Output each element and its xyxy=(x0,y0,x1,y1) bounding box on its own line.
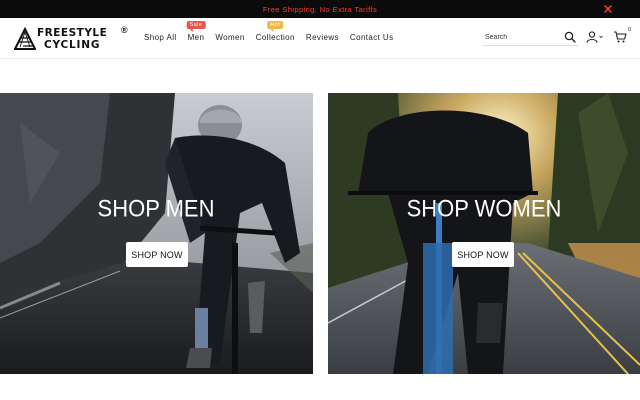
men-cyclist-photo xyxy=(0,93,313,374)
nav-reviews[interactable]: Reviews xyxy=(306,33,339,42)
nav-shop-all[interactable]: Shop All xyxy=(144,33,177,42)
registered-mark: ® xyxy=(121,25,128,35)
banner-shop-men[interactable]: SHOP MEN SHOP NOW xyxy=(0,93,313,374)
search-input[interactable] xyxy=(485,31,561,43)
main-nav: Shop All Sale Men Women Hot Collection R… xyxy=(144,21,394,42)
women-cyclist-photo xyxy=(328,93,640,374)
nav-label: Men xyxy=(187,33,205,42)
nav-collection[interactable]: Hot Collection xyxy=(255,21,295,42)
logo-mark-icon xyxy=(14,27,36,50)
banner-shop-women[interactable]: SHOP WOMEN SHOP NOW xyxy=(328,93,640,374)
user-icon[interactable] xyxy=(586,31,604,43)
nav-label: Shop All xyxy=(144,33,177,42)
announcement-bar: Free Shipping, No Extra Tariffs xyxy=(0,0,640,18)
banner-title: SHOP WOMEN xyxy=(406,194,562,223)
hot-badge: Hot xyxy=(267,21,284,32)
cart-icon xyxy=(614,31,627,43)
brand-name-line1: FREESTYLE xyxy=(37,27,108,39)
nav-women[interactable]: Women xyxy=(215,33,244,42)
nav-label: Contact Us xyxy=(349,33,394,42)
cart-button[interactable]: 0 xyxy=(613,27,631,44)
shop-now-button[interactable]: SHOP NOW xyxy=(126,242,188,267)
banner-title: SHOP MEN xyxy=(97,194,215,223)
nav-contact-us[interactable]: Contact Us xyxy=(350,33,394,42)
nav-label: Reviews xyxy=(305,33,339,42)
nav-label: Women xyxy=(215,33,245,42)
announcement-text: Free Shipping, No Extra Tariffs xyxy=(262,4,378,14)
search-icon[interactable] xyxy=(564,31,576,43)
nav-label: Collection xyxy=(255,33,295,42)
close-icon[interactable] xyxy=(602,3,614,15)
shop-now-button[interactable]: SHOP NOW xyxy=(452,242,514,267)
cart-count: 0 xyxy=(627,27,631,33)
search-box xyxy=(483,30,578,46)
site-header: FREESTYLE CYCLING ® Shop All Sale Men Wo… xyxy=(0,18,640,59)
brand-logo[interactable]: FREESTYLE CYCLING ® xyxy=(14,25,128,52)
sale-badge: Sale xyxy=(186,21,206,32)
brand-name-line2: CYCLING xyxy=(44,39,101,51)
nav-men[interactable]: Sale Men xyxy=(186,21,206,42)
